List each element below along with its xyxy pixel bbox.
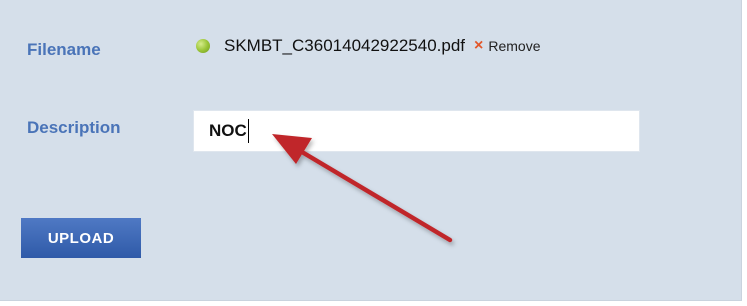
description-label: Description [27,118,121,137]
attached-file-row: SKMBT_C36014042922540.pdf × Remove [196,34,541,58]
description-input[interactable]: NOC [193,110,640,152]
description-value[interactable]: NOC [209,121,247,141]
green-dot-icon [196,39,210,53]
upload-form-panel: Filename SKMBT_C36014042922540.pdf × Rem… [0,0,742,301]
x-icon[interactable]: × [474,38,483,54]
upload-button[interactable]: UPLOAD [21,218,141,258]
remove-file-link[interactable]: × Remove [474,38,540,55]
attached-file-name: SKMBT_C36014042922540.pdf [224,36,466,55]
text-cursor [247,119,249,143]
remove-label[interactable]: Remove [488,38,540,54]
filename-label: Filename [27,40,101,59]
